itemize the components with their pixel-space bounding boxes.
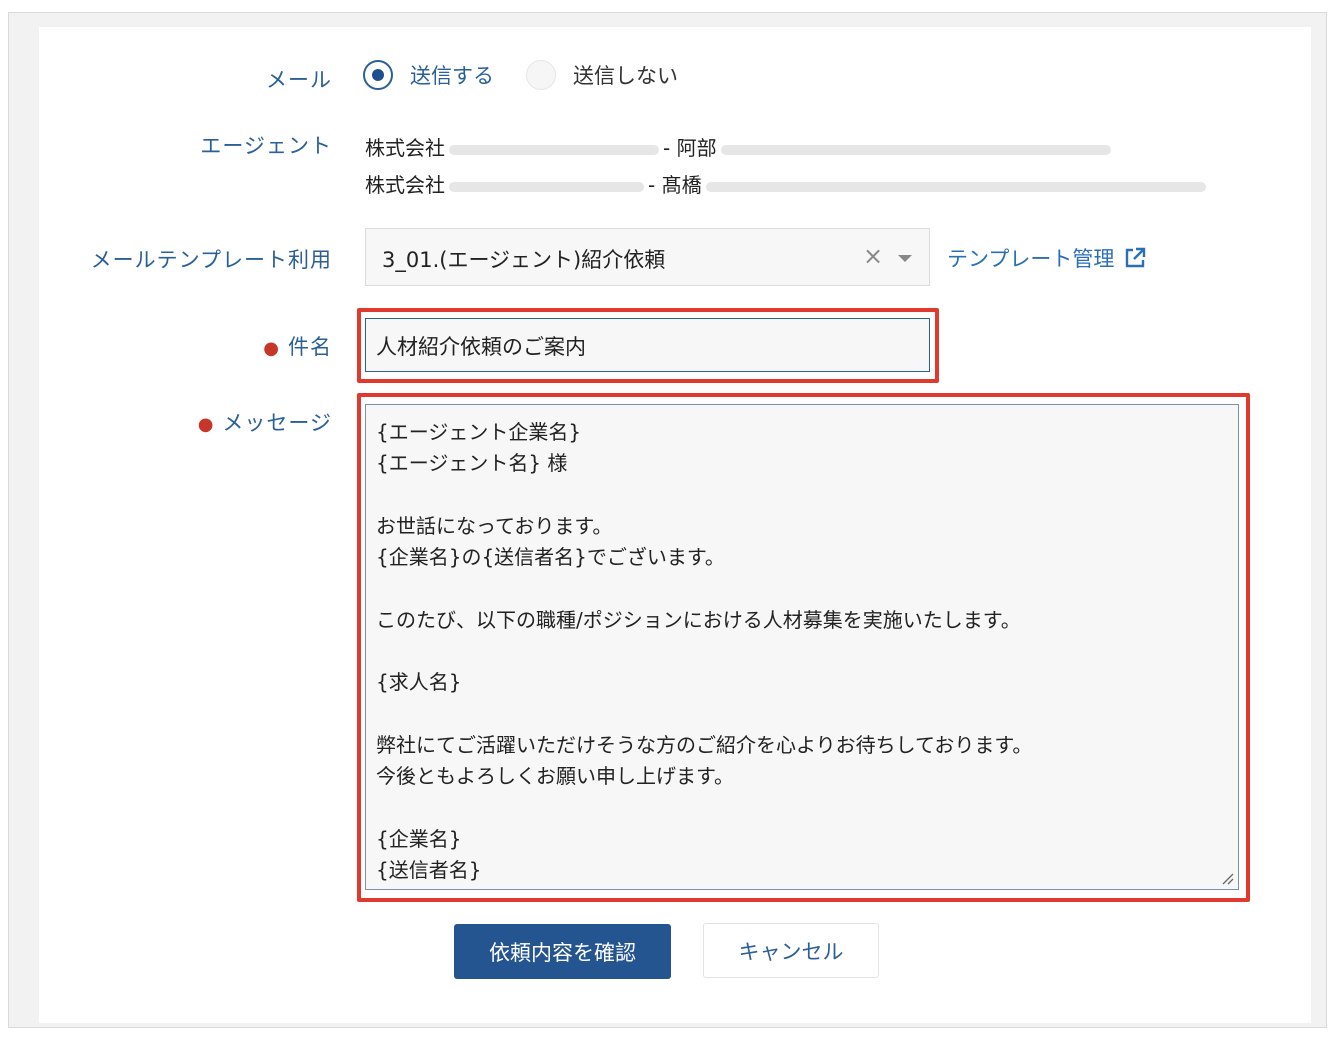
message-line: {企業名}	[376, 826, 462, 851]
message-line: お世話になっております。	[376, 513, 613, 538]
template-manage-label: テンプレート管理	[947, 247, 1115, 271]
message-label: ● メッセージ	[198, 407, 332, 437]
message-textarea[interactable]: {エージェント企業名} {エージェント名} 様 お世話になっております。 {企業…	[365, 404, 1239, 890]
radio-send[interactable]	[363, 60, 393, 90]
radio-no-send-label[interactable]: 送信しない	[573, 60, 678, 90]
message-line	[376, 480, 1228, 511]
message-line	[376, 573, 1228, 604]
message-line: {エージェント企業名}	[376, 420, 582, 444]
subject-input[interactable]: 人材紹介依頼のご案内	[365, 318, 930, 372]
message-line: 弊社にてご活躍いただけそうな方のご紹介を心よりお待ちしております。	[376, 732, 1033, 757]
agent-name: - 阿部	[663, 136, 717, 160]
message-line	[376, 793, 1228, 824]
message-line: {求人名}	[376, 670, 462, 695]
agent-company: 株式会社	[365, 173, 445, 197]
message-line: {送信者名}	[376, 858, 482, 883]
redacted-text	[449, 144, 659, 155]
message-line	[376, 699, 1228, 730]
mail-radio-group: 送信する 送信しない	[363, 60, 710, 90]
agent-company: 株式会社	[365, 136, 445, 160]
external-link-icon	[1126, 247, 1146, 268]
template-label: メールテンプレート利用	[90, 248, 332, 272]
template-select[interactable]: 3_01.(エージェント)紹介依頼 ×	[365, 228, 930, 286]
redacted-text	[449, 181, 644, 192]
required-indicator: ●	[197, 414, 215, 435]
agent-label: エージェント	[200, 134, 332, 158]
subject-label-text: 件名	[288, 335, 332, 359]
resize-handle-icon[interactable]	[1220, 871, 1234, 885]
clear-icon[interactable]: ×	[863, 242, 883, 270]
message-line: 今後ともよろしくお願い申し上げます。	[376, 764, 734, 789]
mail-label: メール	[266, 68, 332, 92]
message-line: このたび、以下の職種/ポジションにおける人材募集を実施いたします。	[376, 607, 1021, 632]
template-manage-link[interactable]: テンプレート管理	[947, 243, 1146, 273]
redacted-text	[720, 144, 1111, 155]
agent-name: - 髙橋	[648, 173, 702, 197]
cancel-button[interactable]: キャンセル	[703, 923, 879, 978]
message-label-text: メッセージ	[222, 411, 332, 435]
template-select-value: 3_01.(エージェント)紹介依頼	[382, 248, 666, 272]
chevron-down-icon[interactable]	[898, 255, 912, 262]
radio-no-send[interactable]	[526, 60, 556, 90]
redacted-text	[705, 181, 1206, 192]
subject-label: ● 件名	[263, 331, 332, 361]
required-indicator: ●	[263, 338, 280, 359]
message-line: {エージェント名} 様	[376, 451, 568, 476]
radio-send-label[interactable]: 送信する	[410, 60, 494, 90]
agent-entry-2: 株式会社 - 髙橋	[365, 169, 1210, 198]
message-line: {企業名}の{送信者名}でございます。	[376, 545, 725, 570]
confirm-request-button[interactable]: 依頼内容を確認	[454, 924, 671, 979]
agent-entry-1: 株式会社 - 阿部	[365, 132, 1115, 161]
message-line	[376, 636, 1228, 667]
